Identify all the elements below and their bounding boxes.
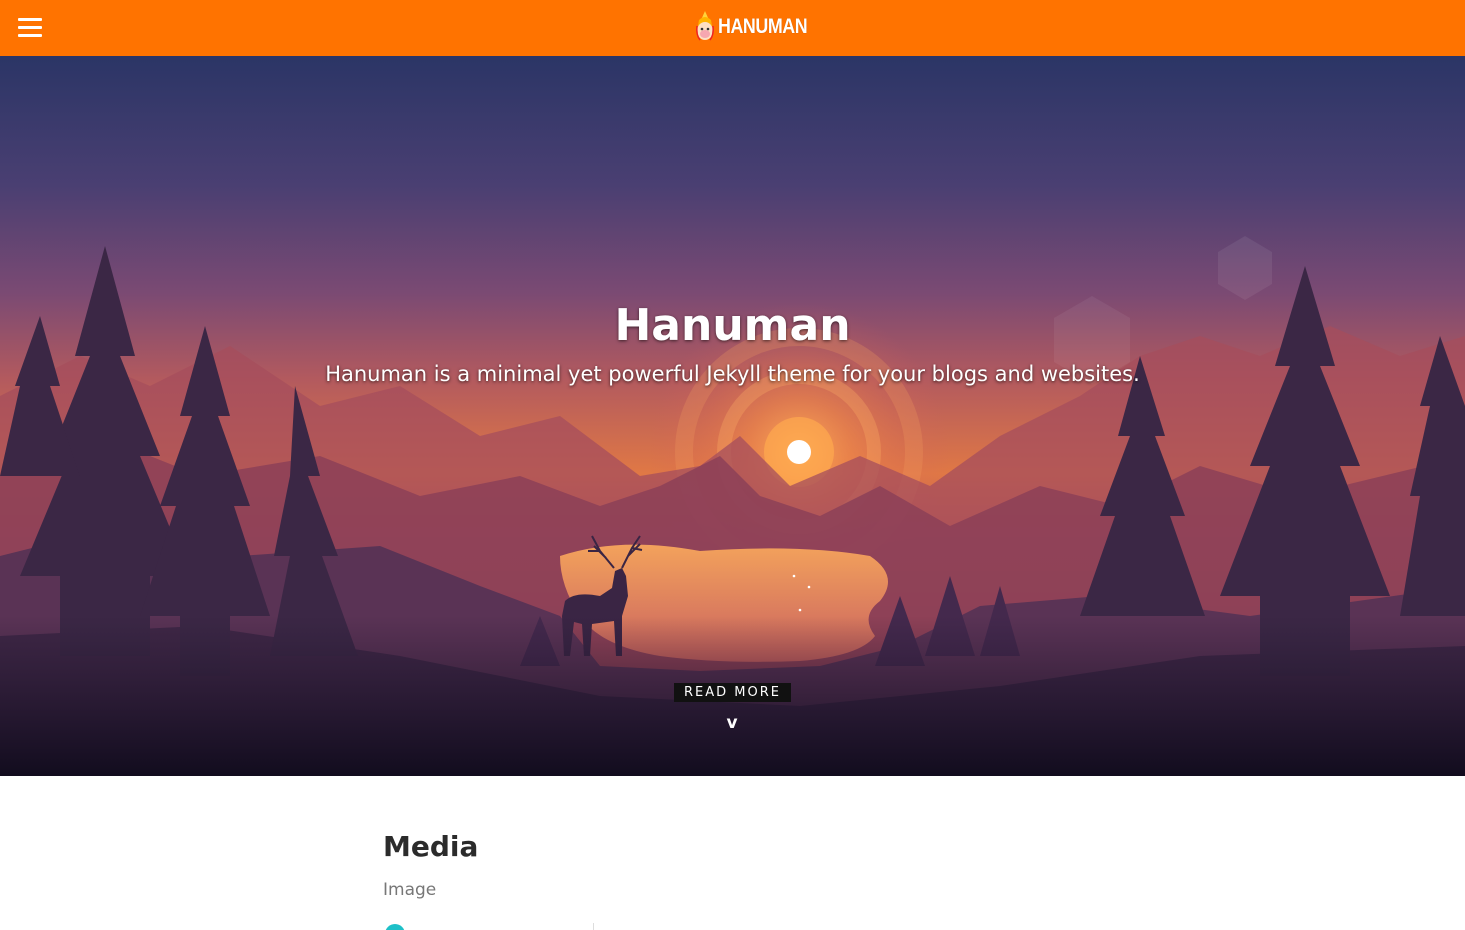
menu-line [18,18,42,21]
brand-link[interactable]: HANUMAN [694,8,823,46]
menu-line [18,26,42,29]
read-more-button[interactable]: READ MORE [674,683,791,702]
menu-line [18,34,42,37]
section-subheading: Image [383,880,437,900]
top-navbar: HANUMAN [0,0,1465,56]
main-content: Media Image [383,776,1083,930]
scroll-down-chevron-icon[interactable]: v [722,713,742,735]
brand-name: HANUMAN [718,15,808,38]
hero-section: Hanuman Hanuman is a minimal yet powerfu… [0,56,1465,776]
divider [593,923,594,930]
hanuman-logo-icon [696,11,714,41]
hero-background-illustration [0,56,1465,776]
hamburger-menu-icon[interactable] [16,14,44,42]
partial-circle-icon [385,924,405,930]
hero-subtitle: Hanuman is a minimal yet powerful Jekyll… [325,362,1140,386]
hero-title: Hanuman [614,300,851,351]
section-heading: Media [383,830,479,863]
